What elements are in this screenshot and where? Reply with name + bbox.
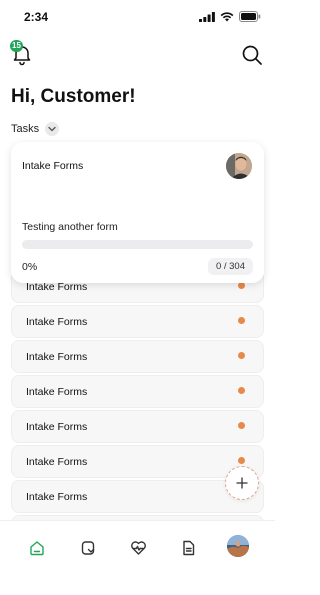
status-dot <box>238 457 245 464</box>
chevron-down-icon <box>48 126 56 132</box>
plus-icon <box>236 477 248 489</box>
list-item-label: Intake Forms <box>26 491 88 503</box>
search-button[interactable] <box>241 44 263 66</box>
assignee-avatar <box>226 153 252 179</box>
document-icon <box>182 540 194 556</box>
list-item[interactable]: Intake Forms <box>11 305 264 338</box>
progress-count-badge: 0 / 304 <box>207 258 253 275</box>
list-item[interactable]: Intake Forms <box>11 375 264 408</box>
heart-pulse-icon <box>130 541 146 555</box>
list-item-label: Intake Forms <box>26 351 88 363</box>
home-icon <box>30 541 44 556</box>
profile-avatar[interactable] <box>227 535 249 557</box>
status-dot <box>238 422 245 429</box>
add-button[interactable] <box>225 466 259 500</box>
nav-health[interactable] <box>128 538 148 558</box>
nav-tags[interactable] <box>78 538 98 558</box>
list-item-label: Intake Forms <box>26 456 88 468</box>
status-dot <box>238 352 245 359</box>
top-bar: 15 <box>0 38 275 72</box>
tasks-header[interactable]: Tasks <box>11 122 60 136</box>
task-card-title: Intake Forms <box>22 160 84 172</box>
status-icons <box>199 11 261 22</box>
search-icon <box>242 45 262 65</box>
list-item[interactable]: Intake Forms <box>11 410 264 443</box>
nav-documents[interactable] <box>178 538 198 558</box>
bottom-nav <box>0 520 275 595</box>
task-card-subtitle: Testing another form <box>22 221 118 233</box>
battery-icon <box>239 11 261 22</box>
list-item-label: Intake Forms <box>26 421 88 433</box>
list-item[interactable]: Intake Forms <box>11 445 264 478</box>
status-dot <box>238 282 245 289</box>
progress-track <box>22 240 253 249</box>
tasks-label: Tasks <box>11 123 40 135</box>
tasks-toggle[interactable] <box>45 122 60 136</box>
greeting-title: Hi, Customer! <box>11 86 136 107</box>
notification-badge: 15 <box>10 40 23 52</box>
status-time: 2:34 <box>24 10 49 24</box>
wifi-icon <box>220 11 234 21</box>
list-item-label: Intake Forms <box>26 316 88 328</box>
cellular-signal-icon <box>199 11 215 22</box>
tag-icon <box>81 541 95 555</box>
notifications-button[interactable]: 15 <box>10 40 34 66</box>
list-item-label: Intake Forms <box>26 386 88 398</box>
progress-percent: 0% <box>22 261 38 273</box>
status-dot <box>238 387 245 394</box>
nav-home[interactable] <box>27 538 47 558</box>
status-dot <box>238 317 245 324</box>
task-card[interactable]: Intake Forms Testing another form 0% 0 /… <box>11 142 264 283</box>
status-bar: 2:34 <box>0 0 275 34</box>
list-item[interactable]: Intake Forms <box>11 340 264 373</box>
